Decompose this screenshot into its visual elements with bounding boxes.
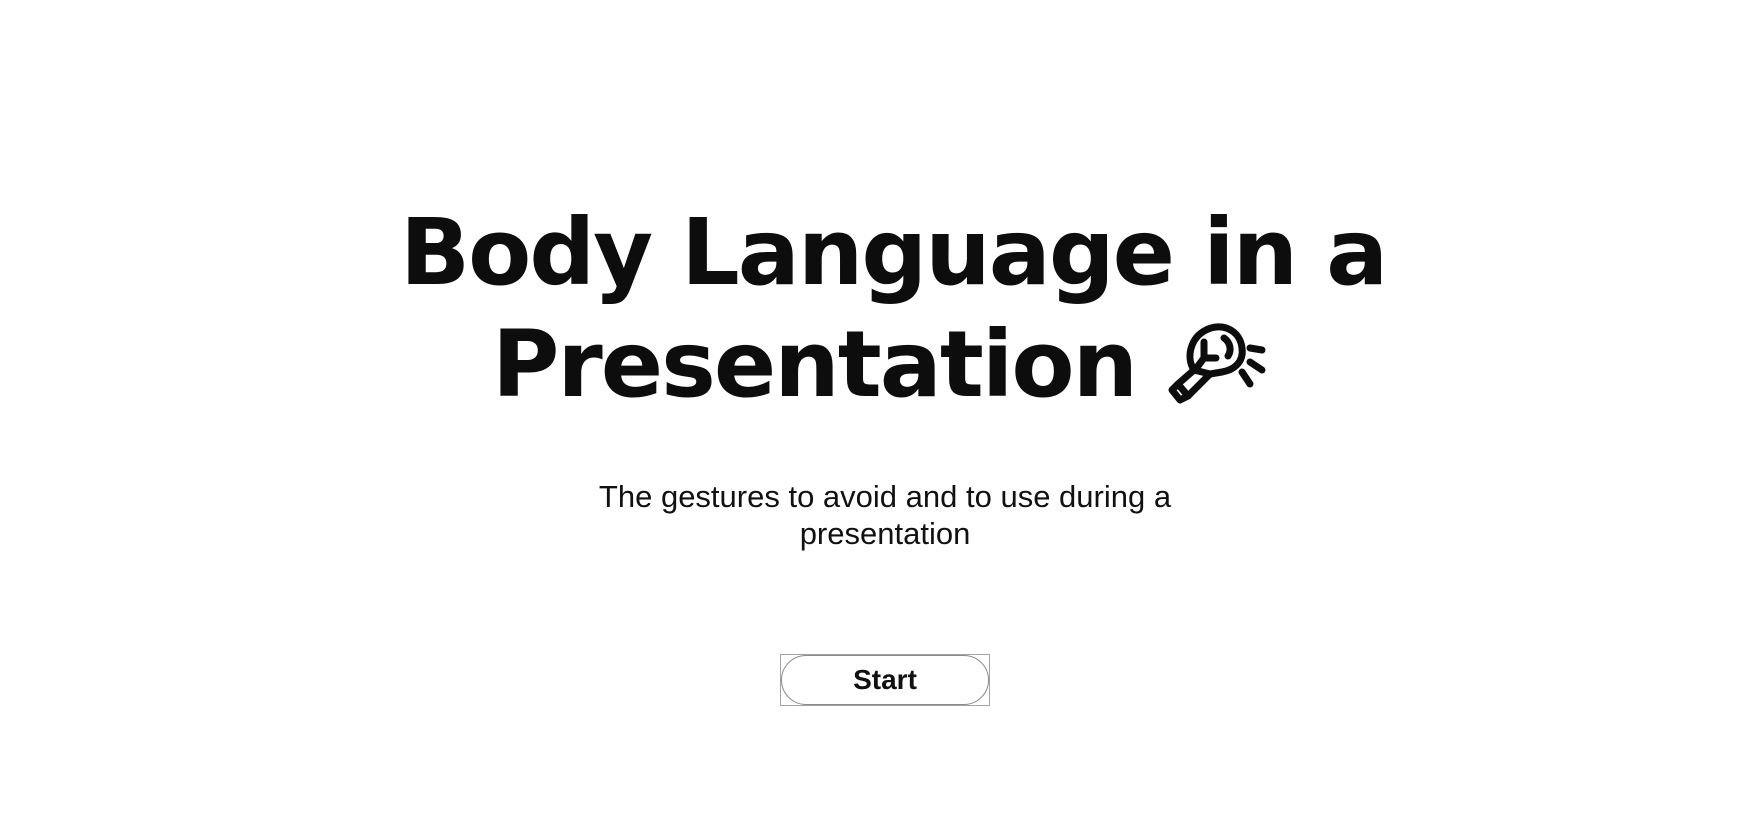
lightbulb-idea-icon (1164, 312, 1268, 404)
slide-subtitle: The gestures to avoid and to use during … (598, 479, 1172, 551)
slide-title: Body Language in a Presentation (400, 197, 1388, 421)
start-button[interactable]: Start (781, 655, 989, 705)
title-line-1: Body Language in a (400, 199, 1388, 306)
title-line-2-text: Presentation (491, 311, 1138, 418)
title-slide: Body Language in a Presentation The gest… (0, 0, 1750, 828)
title-line-2: Presentation (400, 309, 1360, 421)
